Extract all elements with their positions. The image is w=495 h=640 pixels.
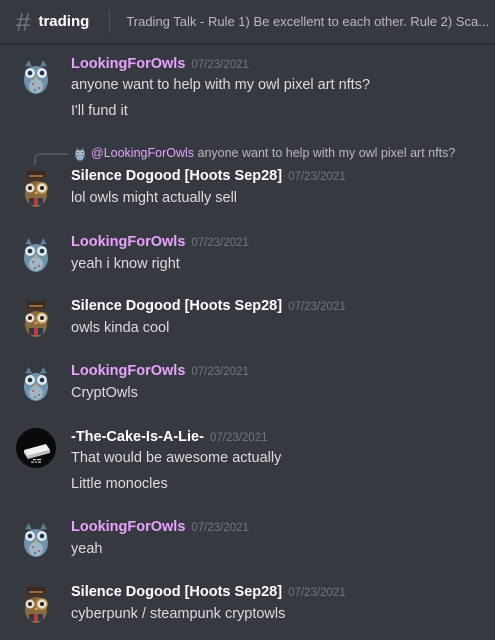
- header-divider: [109, 10, 111, 33]
- reply-spine: [34, 153, 68, 165]
- message-text: lol owls might actually sell: [71, 190, 238, 206]
- username[interactable]: -The-Cake-Is-A-Lie-: [71, 429, 204, 445]
- channel-name[interactable]: trading: [38, 13, 89, 30]
- username[interactable]: Silence Dogood [Hoots Sep28]: [71, 168, 282, 184]
- hash-icon: #: [16, 6, 31, 37]
- message-text: I'll fund it: [71, 103, 128, 119]
- timestamp: 07/23/2021: [191, 59, 249, 71]
- reply-mention[interactable]: @LookingForOwls: [91, 146, 194, 160]
- username[interactable]: LookingForOwls: [71, 234, 185, 250]
- channel-header: # trading Trading Talk - Rule 1) Be exce…: [0, 0, 495, 44]
- username[interactable]: LookingForOwls: [71, 56, 185, 72]
- message-text: cyberpunk / steampunk cryptowls: [71, 606, 286, 622]
- message-text: yeah i know right: [71, 256, 180, 272]
- message-text: CryptOwls: [71, 385, 138, 401]
- reply-preview-text: anyone want to help with my owl pixel ar…: [197, 146, 456, 160]
- message-text: yeah: [71, 541, 103, 557]
- avatar[interactable]: [16, 57, 56, 97]
- timestamp: 07/23/2021: [288, 587, 346, 599]
- username[interactable]: Silence Dogood [Hoots Sep28]: [71, 584, 282, 600]
- avatar[interactable]: [16, 299, 56, 339]
- avatar[interactable]: [16, 169, 56, 209]
- message-text: owls kinda cool: [71, 320, 170, 336]
- timestamp: 07/23/2021: [191, 237, 249, 249]
- reply-reference[interactable]: @LookingForOwls anyone want to help with…: [0, 145, 495, 165]
- avatar[interactable]: [16, 364, 56, 404]
- username[interactable]: LookingForOwls: [71, 363, 185, 379]
- username[interactable]: Silence Dogood [Hoots Sep28]: [71, 298, 282, 314]
- message-text: Little monocles: [71, 476, 168, 492]
- message-text: anyone want to help with my owl pixel ar…: [71, 77, 371, 93]
- timestamp: 07/23/2021: [288, 301, 346, 313]
- message-text: That would be awesome actually: [71, 450, 282, 466]
- timestamp: 07/23/2021: [209, 432, 268, 444]
- avatar[interactable]: [16, 585, 56, 625]
- avatar[interactable]: [16, 520, 56, 560]
- avatar[interactable]: [16, 235, 56, 275]
- reply-avatar: [72, 146, 88, 162]
- avatar[interactable]: [16, 428, 56, 468]
- timestamp: 07/23/2021: [191, 522, 249, 534]
- username[interactable]: LookingForOwls: [71, 519, 185, 535]
- channel-topic[interactable]: Trading Talk - Rule 1) Be excellent to e…: [126, 14, 489, 29]
- timestamp: 07/23/2021: [191, 366, 249, 378]
- timestamp: 07/23/2021: [288, 171, 346, 183]
